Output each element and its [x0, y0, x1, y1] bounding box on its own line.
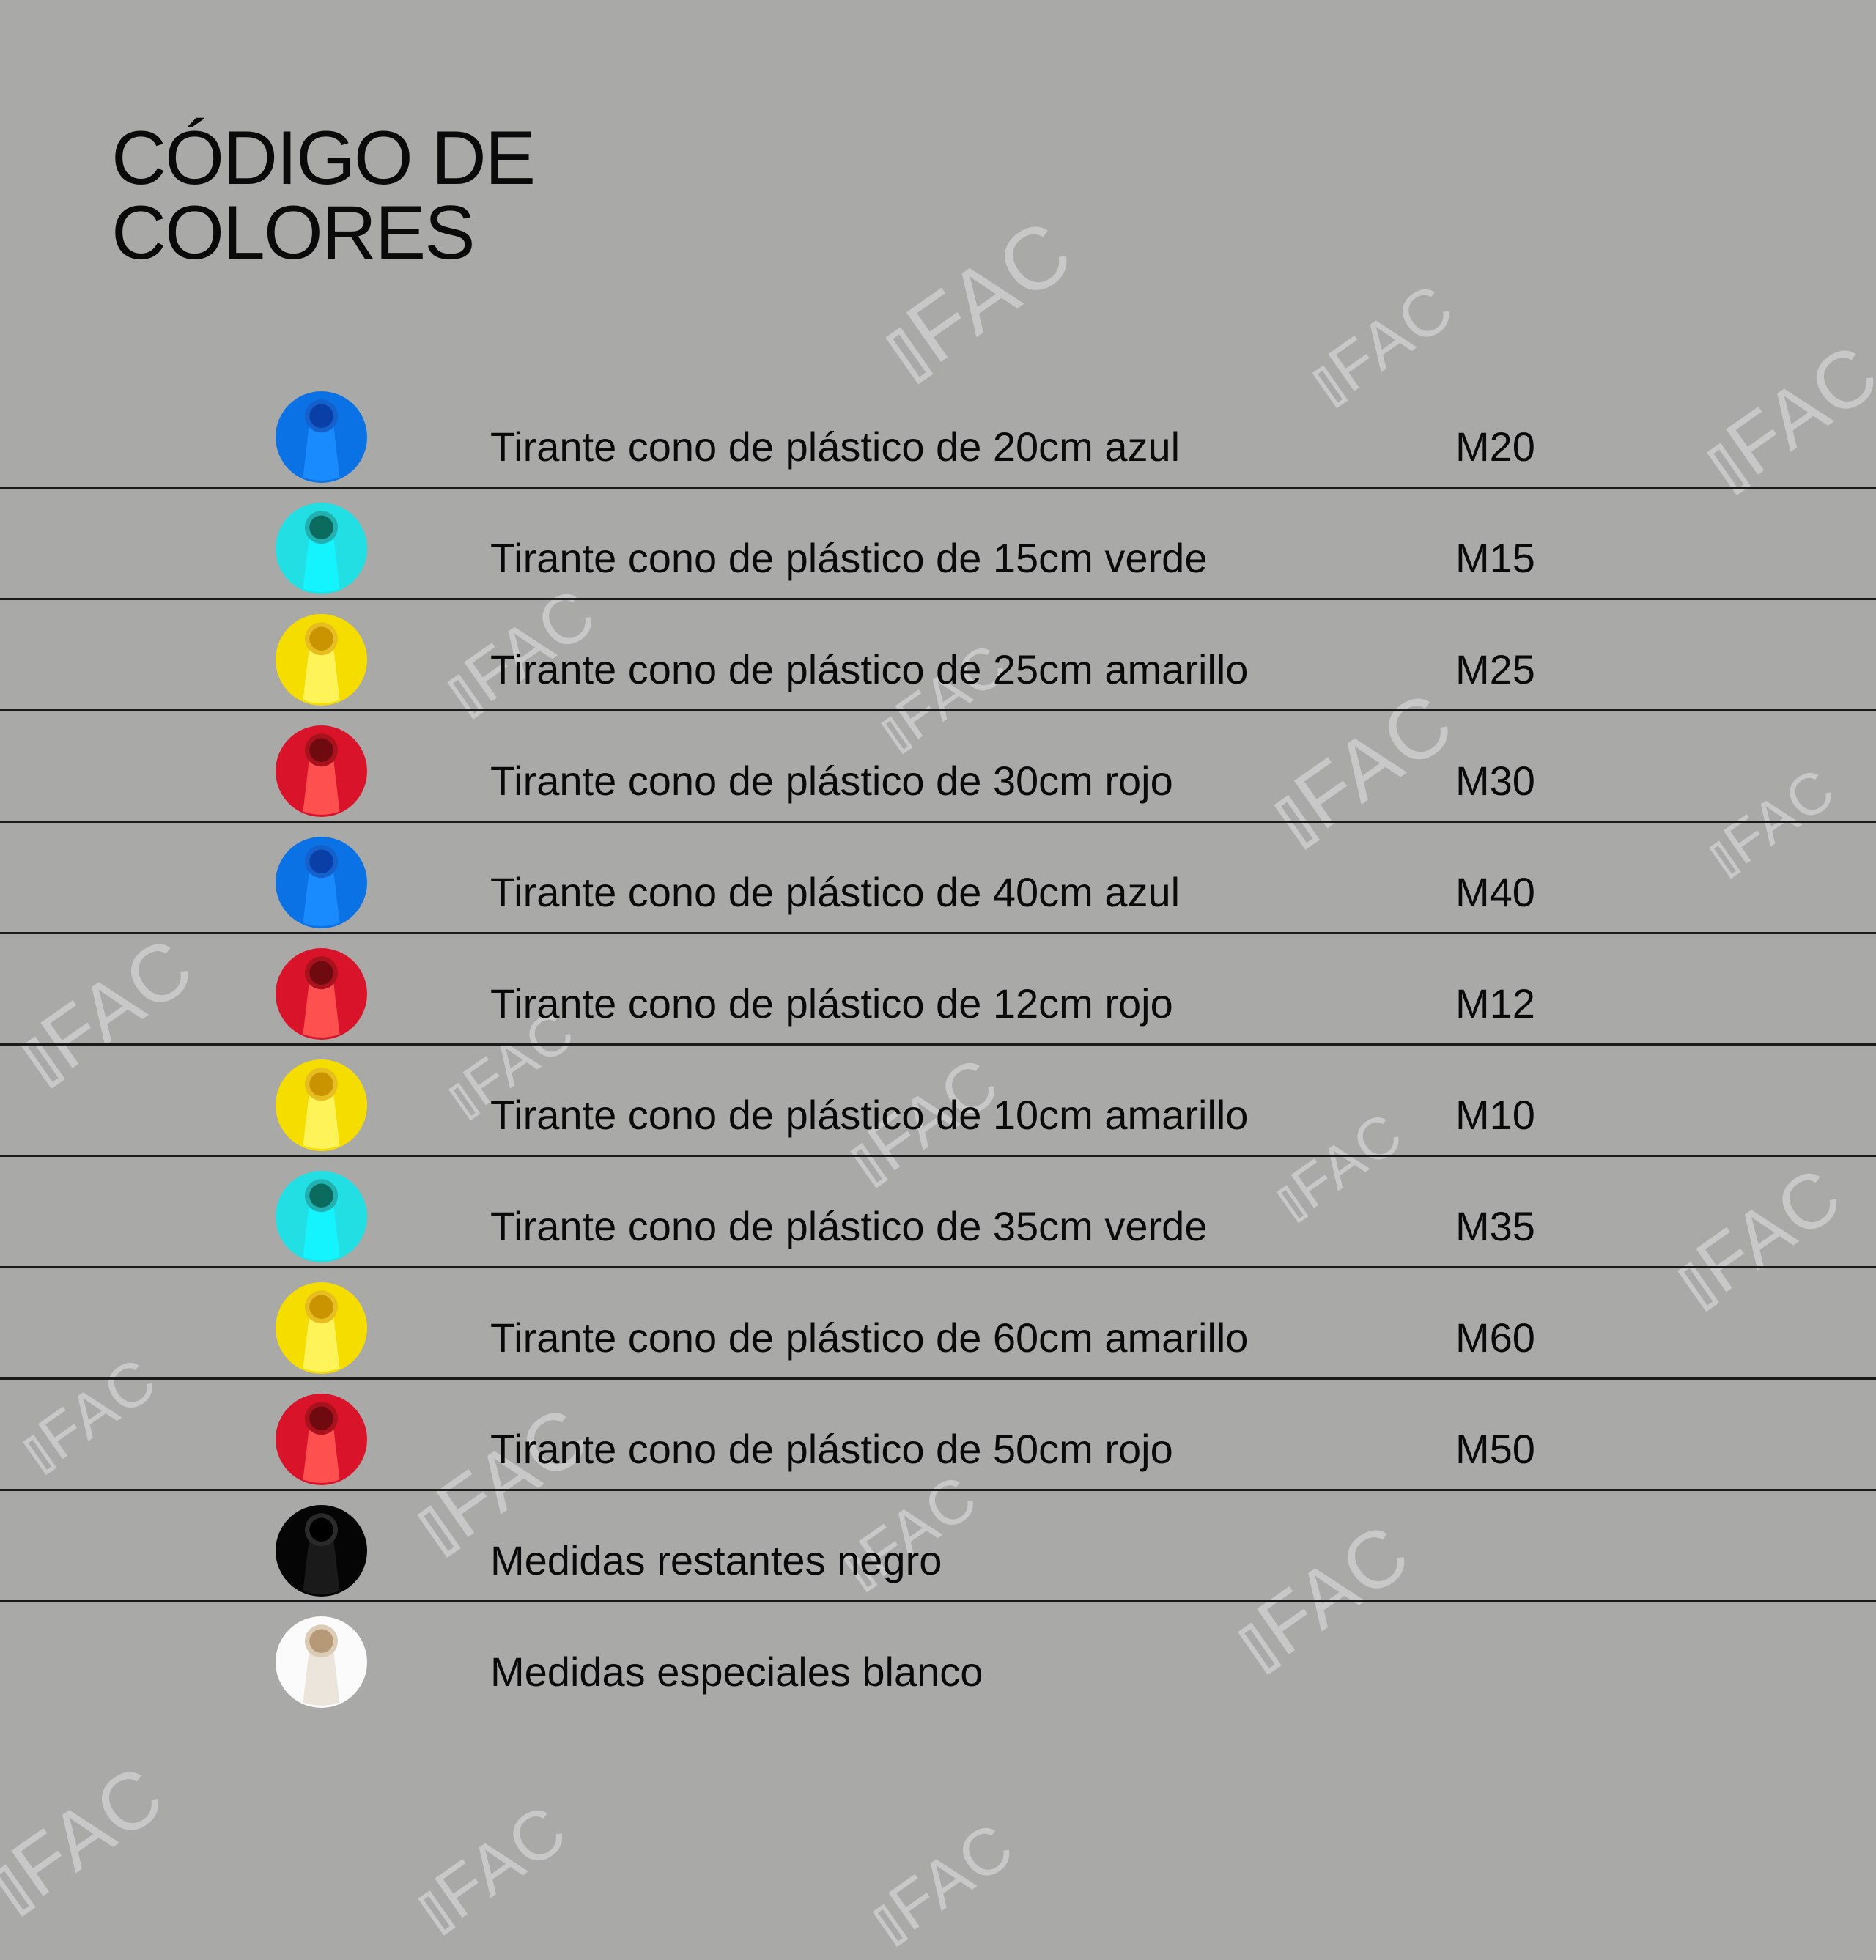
row-description: Tirante cono de plástico de 25cm amarill…	[490, 646, 1249, 692]
red-cone-icon	[276, 948, 367, 1040]
row-code: M25	[1455, 646, 1535, 692]
title-line-2: COLORES	[111, 191, 476, 275]
row-code: M35	[1455, 1203, 1535, 1249]
color-code-row: Tirante cono de plástico de 15cm verde M1…	[0, 487, 1876, 600]
row-code: M12	[1455, 980, 1535, 1027]
color-code-row: Medidas especiales blanco	[0, 1600, 1876, 1712]
color-code-row: Tirante cono de plástico de 60cm amarill…	[0, 1266, 1876, 1380]
row-code: M15	[1455, 535, 1535, 581]
color-code-row: Tirante cono de plástico de 25cm amarill…	[0, 598, 1876, 711]
white-cone-icon	[276, 1616, 367, 1708]
yellow-cone-icon	[276, 1059, 367, 1151]
row-code: M50	[1455, 1426, 1535, 1472]
yellow-cone-icon	[276, 614, 367, 706]
yellow-cone-icon	[276, 1282, 367, 1374]
color-code-row: Tirante cono de plástico de 40cm azul M40	[0, 821, 1876, 934]
blue-cone-icon	[276, 837, 367, 928]
row-description: Medidas especiales blanco	[490, 1649, 983, 1695]
row-description: Tirante cono de plástico de 60cm amarill…	[490, 1314, 1249, 1361]
watermark-logo: ⫾FAC	[857, 1808, 1027, 1959]
row-code: M60	[1455, 1314, 1535, 1361]
cyan-cone-icon	[276, 1171, 367, 1262]
color-code-row: Medidas restantes negro	[0, 1489, 1876, 1602]
row-description: Tirante cono de plástico de 50cm rojo	[490, 1426, 1173, 1472]
color-code-row: Tirante cono de plástico de 10cm amarill…	[0, 1043, 1876, 1157]
row-description: Tirante cono de plástico de 40cm azul	[490, 869, 1181, 915]
red-cone-icon	[276, 725, 367, 817]
page-title: CÓDIGO DE COLORES	[111, 116, 536, 275]
row-description: Medidas restantes negro	[490, 1537, 942, 1583]
watermark-logo: ⫾FAC	[0, 1748, 180, 1931]
row-code: M30	[1455, 758, 1535, 804]
row-code: M10	[1455, 1092, 1535, 1138]
red-cone-icon	[276, 1394, 367, 1485]
row-code: M20	[1455, 424, 1535, 470]
color-code-row: Tirante cono de plástico de 12cm rojo M12	[0, 932, 1876, 1046]
row-description: Tirante cono de plástico de 20cm azul	[490, 424, 1181, 470]
row-description: Tirante cono de plástico de 30cm rojo	[490, 758, 1173, 804]
color-code-row: Tirante cono de plástico de 30cm rojo M30	[0, 709, 1876, 823]
row-description: Tirante cono de plástico de 15cm verde	[490, 535, 1208, 581]
row-code: M40	[1455, 869, 1535, 915]
black-cone-icon	[276, 1505, 367, 1597]
blue-cone-icon	[276, 391, 367, 483]
color-code-row: Tirante cono de plástico de 35cm verde M3…	[0, 1155, 1876, 1268]
watermark-logo: ⫾FAC	[865, 200, 1090, 399]
row-description: Tirante cono de plástico de 35cm verde	[490, 1203, 1208, 1249]
title-line-1: CÓDIGO DE	[111, 116, 536, 201]
row-description: Tirante cono de plástico de 10cm amarill…	[490, 1092, 1249, 1138]
color-code-row: Tirante cono de plástico de 50cm rojo M50	[0, 1377, 1876, 1491]
watermark-logo: ⫾FAC	[402, 1789, 581, 1948]
cyan-cone-icon	[276, 503, 367, 594]
row-description: Tirante cono de plástico de 12cm rojo	[490, 980, 1173, 1027]
color-code-row: Tirante cono de plástico de 20cm azul M20	[0, 375, 1876, 489]
